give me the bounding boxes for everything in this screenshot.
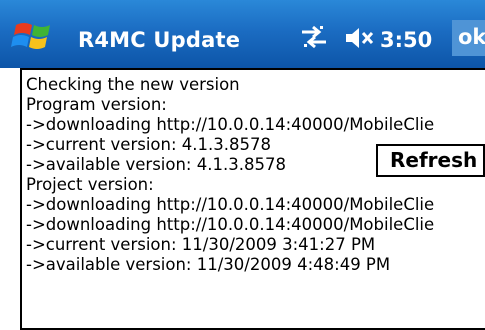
log-line: ->downloading http://10.0.0.14:40000/Mob… — [26, 215, 435, 234]
speaker-muted-icon[interactable] — [344, 26, 374, 50]
log-line: Program version: — [26, 95, 167, 114]
connectivity-arrows-icon[interactable] — [300, 24, 328, 50]
refresh-button[interactable]: Refresh — [376, 144, 485, 177]
log-line: Checking the new version — [26, 75, 240, 94]
clock[interactable]: 3:50 — [380, 28, 432, 52]
log-line: ->downloading http://10.0.0.14:40000/Mob… — [26, 195, 435, 214]
update-log[interactable]: Checking the new version Program version… — [20, 68, 485, 330]
ok-button[interactable]: ok — [452, 20, 485, 56]
log-line: ->available version: 11/30/2009 4:48:49 … — [26, 255, 391, 274]
windows-flag-icon[interactable] — [10, 17, 58, 55]
main-content: Checking the new version Program version… — [0, 68, 485, 330]
app-title: R4MC Update — [78, 28, 241, 52]
title-bar: R4MC Update 3:50 ok — [0, 0, 485, 68]
log-line: ->current version: 11/30/2009 3:41:27 PM — [26, 235, 376, 254]
log-line: ->downloading http://10.0.0.14:40000/Mob… — [26, 115, 435, 134]
log-line: Project version: — [26, 175, 154, 194]
